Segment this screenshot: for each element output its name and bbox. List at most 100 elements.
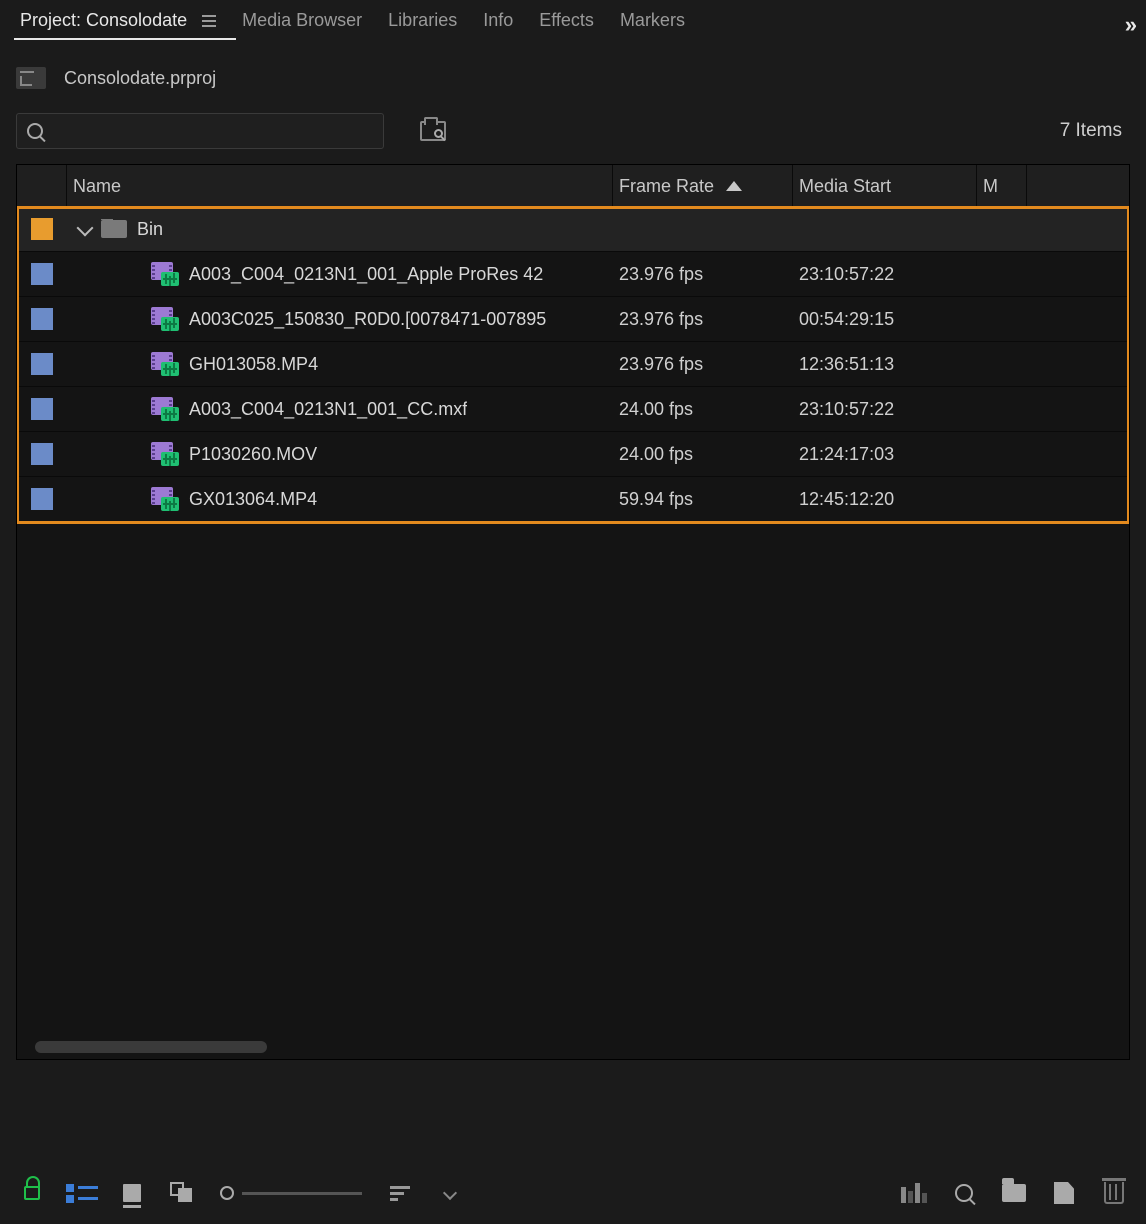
new-bin-button[interactable] bbox=[1002, 1181, 1026, 1205]
clip-name-cell[interactable]: GH013058.MP4 bbox=[67, 352, 613, 376]
freeform-view-icon bbox=[170, 1182, 194, 1204]
new-item-button[interactable] bbox=[1052, 1181, 1076, 1205]
clip-framerate: 24.00 fps bbox=[613, 444, 793, 465]
list-view-icon bbox=[66, 1184, 98, 1203]
clip-name: A003_C004_0213N1_001_CC.mxf bbox=[189, 399, 467, 420]
tab-markers[interactable]: Markers bbox=[616, 2, 707, 43]
th-next-col[interactable]: M bbox=[977, 165, 1027, 207]
clip-name-cell[interactable]: A003_C004_0213N1_001_Apple ProRes 42 bbox=[67, 262, 613, 286]
parent-bin-icon[interactable] bbox=[16, 67, 46, 89]
th-media-start[interactable]: Media Start bbox=[793, 165, 977, 207]
new-bin-icon bbox=[1002, 1184, 1026, 1202]
thumbnail-zoom-slider[interactable] bbox=[220, 1186, 362, 1200]
table-row[interactable]: GX013064.MP4 59.94 fps 12:45:12:20 bbox=[17, 477, 1129, 522]
folder-icon bbox=[101, 220, 127, 238]
trash-icon bbox=[1104, 1182, 1124, 1204]
clip-framerate: 59.94 fps bbox=[613, 489, 793, 510]
clip-name: A003_C004_0213N1_001_Apple ProRes 42 bbox=[189, 264, 543, 285]
search-row: 7 Items bbox=[0, 108, 1146, 154]
th-swatch[interactable] bbox=[17, 165, 67, 207]
clip-mediastart: 12:45:12:20 bbox=[793, 489, 977, 510]
clip-name: A003C025_150830_R0D0.[0078471-007895 bbox=[189, 309, 546, 330]
chevron-down-icon bbox=[443, 1186, 457, 1200]
clip-mediastart: 12:36:51:13 bbox=[793, 354, 977, 375]
th-name[interactable]: Name bbox=[67, 165, 613, 207]
list-view-button[interactable] bbox=[70, 1181, 94, 1205]
clip-name: GX013064.MP4 bbox=[189, 489, 317, 510]
zoom-track[interactable] bbox=[242, 1192, 362, 1195]
search-input[interactable] bbox=[51, 122, 373, 140]
table-row[interactable]: GH013058.MP4 23.976 fps 12:36:51:13 bbox=[17, 342, 1129, 387]
clip-name: GH013058.MP4 bbox=[189, 354, 318, 375]
av-clip-icon bbox=[151, 397, 179, 421]
av-clip-icon bbox=[151, 262, 179, 286]
label-swatch[interactable] bbox=[31, 398, 53, 420]
tab-info[interactable]: Info bbox=[479, 2, 535, 43]
table-header: Name Frame Rate Media Start M bbox=[17, 165, 1129, 207]
tab-libraries[interactable]: Libraries bbox=[384, 2, 479, 43]
search-box[interactable] bbox=[16, 113, 384, 149]
label-swatch[interactable] bbox=[31, 263, 53, 285]
bin-name-cell[interactable]: Bin bbox=[67, 219, 613, 240]
label-swatch[interactable] bbox=[31, 308, 53, 330]
clip-mediastart: 23:10:57:22 bbox=[793, 264, 977, 285]
sort-button[interactable] bbox=[388, 1181, 412, 1205]
panel-footer bbox=[0, 1162, 1146, 1224]
project-filename: Consolodate.prproj bbox=[64, 68, 216, 89]
th-frame-rate[interactable]: Frame Rate bbox=[613, 165, 793, 207]
icon-view-icon bbox=[123, 1184, 141, 1202]
tab-underline bbox=[14, 38, 236, 40]
label-swatch[interactable] bbox=[31, 353, 53, 375]
table-row[interactable]: A003C025_150830_R0D0.[0078471-007895 23.… bbox=[17, 297, 1129, 342]
av-clip-icon bbox=[151, 307, 179, 331]
av-clip-icon bbox=[151, 352, 179, 376]
clip-name: P1030260.MOV bbox=[189, 444, 317, 465]
horizontal-scrollbar[interactable] bbox=[35, 1041, 267, 1053]
clip-framerate: 23.976 fps bbox=[613, 264, 793, 285]
av-clip-icon bbox=[151, 487, 179, 511]
clip-framerate: 24.00 fps bbox=[613, 399, 793, 420]
project-panel: Name Frame Rate Media Start M Bin A003_C… bbox=[16, 164, 1130, 1060]
table-row-bin[interactable]: Bin bbox=[17, 207, 1129, 252]
clip-mediastart: 00:54:29:15 bbox=[793, 309, 977, 330]
label-swatch[interactable] bbox=[31, 443, 53, 465]
table-row[interactable]: A003_C004_0213N1_001_CC.mxf 24.00 fps 23… bbox=[17, 387, 1129, 432]
clip-name-cell[interactable]: P1030260.MOV bbox=[67, 442, 613, 466]
clip-mediastart: 21:24:17:03 bbox=[793, 444, 977, 465]
tab-project-label: Project: Consolodate bbox=[20, 10, 187, 31]
delete-button[interactable] bbox=[1102, 1181, 1126, 1205]
search-icon bbox=[27, 123, 43, 139]
project-subheader: Consolodate.prproj bbox=[0, 56, 1146, 100]
table-row[interactable]: P1030260.MOV 24.00 fps 21:24:17:03 bbox=[17, 432, 1129, 477]
search-icon bbox=[955, 1184, 973, 1202]
clip-name-cell[interactable]: GX013064.MP4 bbox=[67, 487, 613, 511]
bin-label: Bin bbox=[137, 219, 163, 240]
panel-menu-icon[interactable] bbox=[202, 12, 216, 30]
clip-name-cell[interactable]: A003C025_150830_R0D0.[0078471-007895 bbox=[67, 307, 613, 331]
tab-media-browser[interactable]: Media Browser bbox=[238, 2, 384, 43]
bin-search-icon[interactable] bbox=[420, 121, 446, 141]
sort-menu-button[interactable] bbox=[438, 1181, 462, 1205]
icon-view-button[interactable] bbox=[120, 1181, 144, 1205]
freeform-view-button[interactable] bbox=[170, 1181, 194, 1205]
write-lock-toggle[interactable] bbox=[20, 1181, 44, 1205]
tab-project[interactable]: Project: Consolodate bbox=[16, 2, 238, 43]
table-row[interactable]: A003_C004_0213N1_001_Apple ProRes 42 23.… bbox=[17, 252, 1129, 297]
sort-asc-icon bbox=[726, 181, 742, 191]
th-frame-rate-label: Frame Rate bbox=[619, 176, 714, 197]
chevron-down-icon[interactable] bbox=[77, 222, 91, 236]
label-swatch[interactable] bbox=[31, 488, 53, 510]
automate-to-sequence-button[interactable] bbox=[902, 1181, 926, 1205]
clip-framerate: 23.976 fps bbox=[613, 309, 793, 330]
tab-effects[interactable]: Effects bbox=[535, 2, 616, 43]
clip-mediastart: 23:10:57:22 bbox=[793, 399, 977, 420]
clip-framerate: 23.976 fps bbox=[613, 354, 793, 375]
automate-to-sequence-icon bbox=[901, 1183, 927, 1203]
tabs-overflow-icon[interactable]: » bbox=[1125, 12, 1134, 38]
label-swatch[interactable] bbox=[31, 218, 53, 240]
av-clip-icon bbox=[151, 442, 179, 466]
find-button[interactable] bbox=[952, 1181, 976, 1205]
sort-icon bbox=[390, 1186, 410, 1201]
new-item-icon bbox=[1054, 1182, 1074, 1204]
clip-name-cell[interactable]: A003_C004_0213N1_001_CC.mxf bbox=[67, 397, 613, 421]
